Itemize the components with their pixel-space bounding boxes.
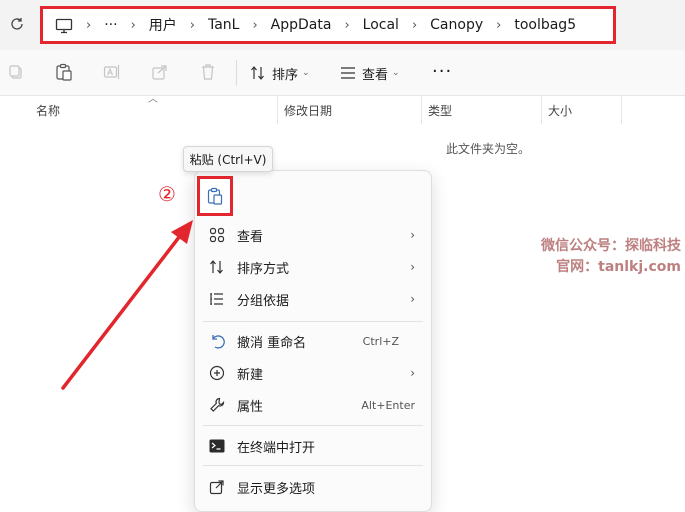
watermark-line-2: 官网：tanlkj.com	[556, 259, 681, 275]
watermark-line-1: 微信公众号：探临科技	[541, 238, 681, 254]
watermark: 微信公众号：探临科技 官网：tanlkj.com	[541, 236, 681, 278]
